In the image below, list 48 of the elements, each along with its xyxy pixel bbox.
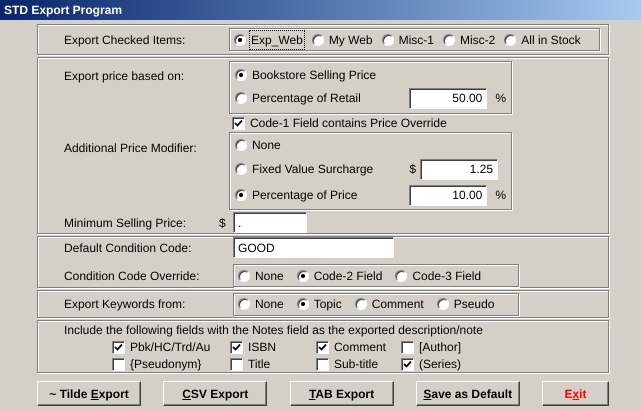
field-label: Additional Price Modifier: (64, 140, 198, 157)
radio-option[interactable]: Bookstore Selling Price (235, 66, 378, 84)
currency-label: $ (408, 161, 416, 178)
radio-option[interactable]: Fixed Value Surcharge (235, 160, 405, 178)
input-field[interactable]: 1.25 (420, 158, 498, 180)
checkbox-option[interactable]: (Series) (401, 357, 501, 372)
checkbox-option[interactable]: Pbk/HC/Trd/Au (112, 340, 230, 355)
button[interactable]: CSV Export (163, 381, 268, 406)
window-title: STD Export Program (4, 2, 122, 19)
field-label: Export Checked Items: (64, 32, 186, 48)
radio-option[interactable]: Exp_Web (234, 30, 304, 48)
field-label: Export Keywords from: (64, 296, 186, 313)
radio-option[interactable]: Comment (354, 295, 425, 313)
radio-option[interactable]: Percentage of Retail (235, 89, 395, 107)
radio-option[interactable]: Percentage of Price (235, 186, 395, 204)
field-label: Export price based on: (64, 68, 186, 85)
button[interactable]: ~ Tilde Export (37, 381, 141, 406)
radio-option[interactable]: Pseudo (436, 295, 496, 313)
button[interactable]: Save as Default (416, 381, 520, 406)
radio-option[interactable]: None (238, 266, 285, 284)
radio-option[interactable]: Code-3 Field (395, 266, 482, 284)
radio-option[interactable]: Misc-2 (442, 30, 496, 48)
section-label: Include the following fields with the Notes field as the exported description/note (64, 323, 484, 338)
radio-option[interactable]: My Web (312, 30, 374, 48)
radio-option[interactable]: Code-2 Field (296, 266, 384, 284)
radio-option[interactable]: Misc-1 (382, 30, 435, 48)
input-field[interactable]: 10.00 (409, 184, 488, 206)
radio-option[interactable]: All in Stock (504, 30, 582, 48)
unit-label: % (495, 90, 506, 107)
button[interactable]: TAB Export (290, 381, 394, 406)
field-label: Default Condition Code: (64, 240, 192, 256)
checkbox-option[interactable]: {Pseudonym} (112, 357, 230, 372)
input-field[interactable]: . (233, 212, 307, 233)
checkbox-option[interactable]: ISBN (230, 340, 316, 355)
checkbox-option[interactable]: [Author] (401, 340, 501, 355)
checkbox-option[interactable]: Comment (316, 340, 401, 355)
currency-label: $ (219, 214, 227, 232)
checkbox-option[interactable]: Code-1 Field contains Price Override (232, 114, 447, 132)
input-field[interactable]: GOOD (233, 237, 394, 258)
checkbox-option[interactable]: Sub-title (316, 357, 401, 372)
unit-label: % (495, 187, 506, 204)
radio-option[interactable]: None (235, 136, 282, 154)
radio-option[interactable]: Topic (296, 295, 343, 313)
checkbox-option[interactable]: Title (230, 357, 316, 372)
radio-option[interactable]: None (238, 295, 285, 313)
field-label: Condition Code Override: (64, 268, 200, 284)
field-label: Minimum Selling Price: (64, 214, 188, 232)
input-field[interactable]: 50.00 (409, 88, 488, 108)
